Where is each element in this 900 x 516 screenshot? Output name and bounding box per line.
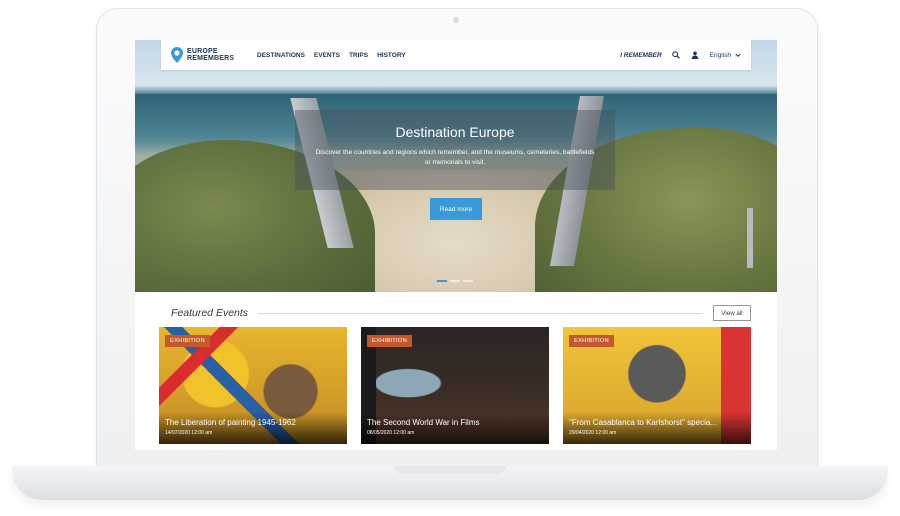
nav-destinations[interactable]: DESTINATIONS — [257, 52, 305, 59]
featured-events-header: Featured Events View all — [161, 302, 751, 324]
event-badge: EXHIBITION — [367, 335, 412, 347]
hero-stake — [747, 208, 753, 268]
featured-events-title: Featured Events — [171, 307, 249, 319]
carousel-dot-2[interactable] — [450, 280, 460, 282]
search-icon[interactable] — [672, 51, 681, 60]
event-card[interactable]: EXHIBITION "From Casablanca to Karlshors… — [563, 327, 751, 444]
nav-events[interactable]: EVENTS — [314, 52, 340, 59]
language-label: English — [709, 51, 731, 59]
laptop-base — [12, 466, 888, 500]
nav-trips[interactable]: TRIPS — [349, 52, 368, 59]
header-actions: I REMEMBER English — [620, 51, 741, 60]
language-selector[interactable]: English — [710, 52, 741, 59]
main-nav: DESTINATIONS EVENTS TRIPS HISTORY — [257, 52, 406, 59]
logo-line-2: REMEMBERS — [187, 55, 235, 62]
webcam — [453, 17, 459, 23]
event-title: "From Casablanca to Karlshorst" specia..… — [569, 418, 717, 427]
event-date: 08/05/2020 12:00 am — [367, 430, 415, 436]
event-card[interactable]: EXHIBITION The Liberation of painting 19… — [159, 327, 347, 444]
read-more-button[interactable]: Read more — [430, 198, 482, 220]
event-caption: The Second World War in Films 08/05/2020… — [361, 412, 549, 444]
carousel-dots — [437, 280, 473, 282]
i-remember-link[interactable]: I REMEMBER — [620, 52, 662, 59]
chevron-down-icon — [735, 53, 741, 57]
event-date: 14/07/2020 12:00 am — [165, 430, 213, 436]
event-caption: "From Casablanca to Karlshorst" specia..… — [563, 412, 751, 444]
site-header: EUROPE REMEMBERS DESTINATIONS EVENTS TRI… — [161, 40, 751, 70]
nav-history[interactable]: HISTORY — [377, 52, 406, 59]
logo-line-1: EUROPE — [187, 48, 218, 55]
view-all-button[interactable]: View all — [713, 305, 751, 321]
event-badge: EXHIBITION — [569, 335, 614, 347]
event-title: The Second World War in Films — [367, 418, 480, 427]
event-card[interactable]: EXHIBITION The Second World War in Films… — [361, 327, 549, 444]
hero-caption-box: Destination Europe Discover the countrie… — [295, 110, 615, 190]
browser-screen: Destination Europe Discover the countrie… — [135, 40, 777, 450]
event-cards: EXHIBITION The Liberation of painting 19… — [159, 327, 753, 444]
hero-description: Discover the countries and regions which… — [315, 149, 595, 166]
featured-divider — [258, 312, 703, 314]
event-date: 29/04/2020 12:00 am — [569, 430, 617, 436]
event-badge: EXHIBITION — [165, 335, 210, 347]
site-logo[interactable]: EUROPE REMEMBERS — [171, 47, 251, 63]
carousel-dot-3[interactable] — [463, 280, 473, 282]
user-icon[interactable] — [691, 51, 700, 60]
event-title: The Liberation of painting 1945-1962 — [165, 418, 296, 427]
location-pin-icon — [171, 47, 183, 63]
event-caption: The Liberation of painting 1945-1962 14/… — [159, 412, 347, 444]
hero-title: Destination Europe — [395, 124, 515, 140]
hero-banner: Destination Europe Discover the countrie… — [135, 40, 777, 292]
base-notch — [394, 466, 506, 474]
carousel-dot-1[interactable] — [437, 280, 447, 282]
